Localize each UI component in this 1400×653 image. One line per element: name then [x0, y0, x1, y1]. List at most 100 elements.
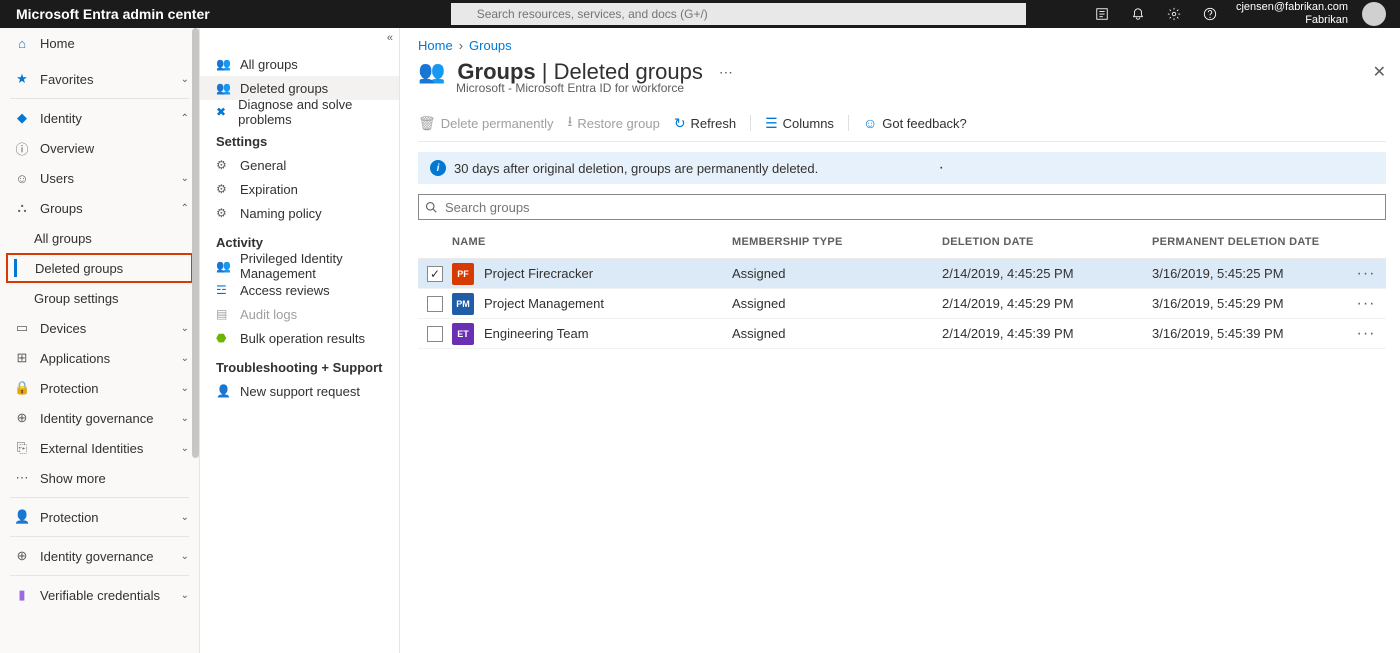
- cmd-feedback[interactable]: ☺Got feedback?: [863, 115, 967, 131]
- nav-devices[interactable]: ▭Devices⌄: [0, 313, 199, 343]
- apps-icon: ⊞: [14, 350, 30, 366]
- settings-icon[interactable]: [1158, 0, 1190, 28]
- nav2-diagnose[interactable]: ✖Diagnose and solve problems: [200, 100, 399, 124]
- nav-verifiable-credentials[interactable]: ▮Verifiable credentials⌄: [0, 580, 199, 610]
- nav-home[interactable]: ⌂Home: [0, 28, 199, 58]
- nav-external-identities[interactable]: ⎘External Identities⌄: [0, 433, 199, 463]
- nav-group-settings[interactable]: Group settings: [0, 283, 199, 313]
- groups-page-icon: 👥: [418, 59, 445, 85]
- support-icon: 👤: [216, 384, 230, 398]
- cmd-refresh[interactable]: ↻Refresh: [674, 115, 736, 132]
- trash-icon: 🗑: [418, 115, 436, 132]
- group-badge: ET: [452, 323, 474, 345]
- row-checkbox[interactable]: [418, 296, 452, 312]
- groups-icon: 👥: [216, 81, 230, 95]
- info-icon: ⓘ: [14, 139, 30, 158]
- nav2-new-support[interactable]: 👤New support request: [200, 379, 399, 403]
- nav2-audit-logs: ▤Audit logs: [200, 302, 399, 326]
- nav-favorites[interactable]: ★Favorites⌄: [0, 64, 199, 94]
- nav-identity-governance2[interactable]: ⊕Identity governance⌄: [0, 541, 199, 571]
- nav-overview[interactable]: ⓘOverview: [0, 133, 199, 163]
- row-checkbox[interactable]: ✓: [418, 266, 452, 282]
- permanent-deletion-date: 3/16/2019, 5:45:39 PM: [1152, 326, 1346, 341]
- nav2-general[interactable]: ⚙General: [200, 153, 399, 177]
- membership-type: Assigned: [732, 326, 942, 341]
- table-row[interactable]: ETEngineering TeamAssigned2/14/2019, 4:4…: [418, 319, 1386, 349]
- nav2-expiration[interactable]: ⚙Expiration: [200, 177, 399, 201]
- nav2-access-reviews[interactable]: ☲Access reviews: [200, 278, 399, 302]
- nav2-all-groups[interactable]: 👥All groups: [200, 52, 399, 76]
- account-email: cjensen@fabrikan.com: [1236, 1, 1348, 14]
- governance-icon: ⊕: [14, 410, 30, 426]
- crumb-home[interactable]: Home: [418, 38, 453, 53]
- info-icon: i: [430, 160, 446, 176]
- col-name[interactable]: NAME: [452, 226, 732, 258]
- groups-icon: 👥: [216, 57, 230, 71]
- table-row[interactable]: PMProject ManagementAssigned2/14/2019, 4…: [418, 289, 1386, 319]
- col-permanent-deletion-date[interactable]: PERMANENT DELETION DATE: [1152, 226, 1346, 258]
- nav-groups[interactable]: ⛬Groups⌃: [0, 193, 199, 223]
- nav-users[interactable]: ☺Users⌄: [0, 163, 199, 193]
- deletion-date: 2/14/2019, 4:45:39 PM: [942, 326, 1152, 341]
- group-search-input[interactable]: [418, 194, 1386, 220]
- nav2-pim[interactable]: 👥Privileged Identity Management: [200, 254, 399, 278]
- devices-icon: ▭: [14, 320, 30, 336]
- nav-all-groups[interactable]: All groups: [0, 223, 199, 253]
- crumb-groups[interactable]: Groups: [469, 38, 512, 53]
- cmd-columns[interactable]: ☰Columns: [765, 115, 834, 132]
- close-button[interactable]: ✕: [1373, 62, 1386, 82]
- avatar[interactable]: [1362, 2, 1386, 26]
- row-more-button[interactable]: ···: [1346, 295, 1386, 313]
- deletion-date: 2/14/2019, 4:45:29 PM: [942, 296, 1152, 311]
- nav-protection[interactable]: 🔒Protection⌄: [0, 373, 199, 403]
- collapse-button[interactable]: «: [387, 32, 393, 44]
- nav-applications[interactable]: ⊞Applications⌄: [0, 343, 199, 373]
- col-deletion-date[interactable]: DELETION DATE: [942, 226, 1152, 258]
- nav2-bulk-op[interactable]: ⬣Bulk operation results: [200, 326, 399, 350]
- cmd-delete-permanently: 🗑Delete permanently: [418, 115, 554, 132]
- groups-icon: ⛬: [14, 200, 30, 216]
- settings-header: Settings: [200, 124, 399, 153]
- global-search-input[interactable]: [451, 3, 1026, 25]
- sidebar-scrollbar[interactable]: [192, 28, 199, 653]
- col-membership-type[interactable]: MEMBERSHIP TYPE: [732, 226, 942, 258]
- groups-table: NAME MEMBERSHIP TYPE DELETION DATE PERMA…: [418, 226, 1386, 349]
- nav2-naming-policy[interactable]: ⚙Naming policy: [200, 201, 399, 225]
- notifications-icon[interactable]: [1122, 0, 1154, 28]
- chevron-down-icon: ⌄: [181, 443, 189, 454]
- help-icon[interactable]: [1194, 0, 1226, 28]
- chevron-down-icon: ⌄: [181, 173, 189, 184]
- columns-icon: ☰: [765, 115, 778, 132]
- nav-protection2[interactable]: 👤Protection⌄: [0, 502, 199, 532]
- global-search[interactable]: [451, 3, 1026, 25]
- user-icon: ☺: [14, 171, 30, 186]
- row-checkbox[interactable]: [418, 326, 452, 342]
- chevron-down-icon: ⌄: [181, 323, 189, 334]
- lock-icon: 🔒: [14, 380, 30, 396]
- copilot-icon[interactable]: [1086, 0, 1118, 28]
- group-search[interactable]: [418, 194, 1386, 220]
- info-text: 30 days after original deletion, groups …: [454, 161, 818, 176]
- membership-type: Assigned: [732, 296, 942, 311]
- account-info[interactable]: cjensen@fabrikan.com Fabrikan: [1230, 1, 1354, 27]
- refresh-icon: ↻: [674, 115, 686, 132]
- gear-icon: ⚙: [216, 206, 230, 220]
- membership-type: Assigned: [732, 266, 942, 281]
- row-more-button[interactable]: ···: [1346, 325, 1386, 343]
- table-row[interactable]: ✓PFProject FirecrackerAssigned2/14/2019,…: [418, 259, 1386, 289]
- troubleshoot-header: Troubleshooting + Support: [200, 350, 399, 379]
- star-icon: ★: [14, 71, 30, 87]
- nav-identity[interactable]: ◆Identity⌃: [0, 103, 199, 133]
- nav-identity-governance[interactable]: ⊕Identity governance⌄: [0, 403, 199, 433]
- group-name: Project Management: [484, 296, 604, 311]
- row-more-button[interactable]: ···: [1346, 265, 1386, 283]
- nav-deleted-groups[interactable]: Deleted groups: [6, 253, 193, 283]
- permanent-deletion-date: 3/16/2019, 5:45:29 PM: [1152, 296, 1346, 311]
- secondary-sidebar: « 👥All groups 👥Deleted groups ✖Diagnose …: [200, 28, 400, 653]
- brand-title: Microsoft Entra admin center: [0, 6, 226, 22]
- title-more-button[interactable]: ⋯: [719, 64, 733, 81]
- checklist-icon: ☲: [216, 283, 230, 297]
- nav-show-more[interactable]: ⋯Show more: [0, 463, 199, 493]
- shield-icon: 👤: [14, 509, 30, 525]
- work-area: Home › Groups 👥 Groups | Deleted groups …: [400, 28, 1400, 653]
